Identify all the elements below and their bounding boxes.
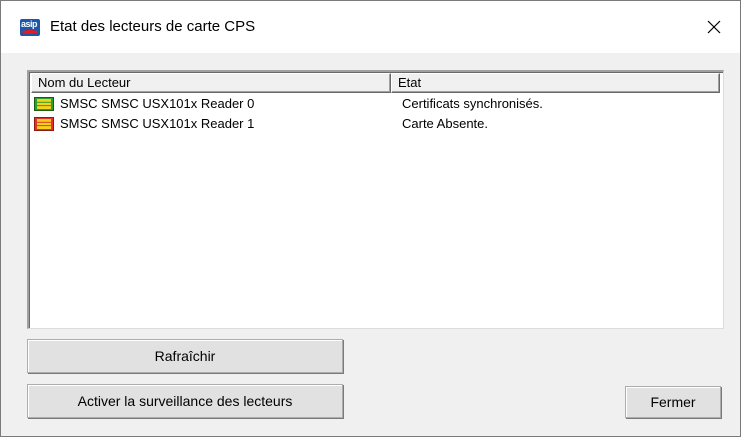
close-x-icon: [707, 20, 721, 34]
close-button[interactable]: Fermer: [625, 386, 721, 418]
asip-app-icon: asip: [20, 19, 40, 36]
reader-state: Certificats synchronisés.: [402, 96, 543, 111]
list-row-reader-0[interactable]: SMSC SMSC USX101x Reader 0 Certificats s…: [31, 94, 720, 114]
list-rows: SMSC SMSC USX101x Reader 0 Certificats s…: [31, 94, 720, 134]
column-header-reader-name[interactable]: Nom du Lecteur: [31, 73, 391, 93]
title-bar: asip Etat des lecteurs de carte CPS: [1, 1, 740, 53]
window-title: Etat des lecteurs de carte CPS: [50, 18, 256, 35]
app-icon-text: asip: [21, 19, 38, 29]
reader-list[interactable]: Nom du Lecteur Etat SMSC SMSC USX101x Re…: [27, 70, 724, 329]
list-row-reader-1[interactable]: SMSC SMSC USX101x Reader 1 Carte Absente…: [31, 114, 720, 134]
reader-state: Carte Absente.: [402, 116, 488, 131]
close-window-button[interactable]: [694, 11, 734, 43]
enable-monitoring-button[interactable]: Activer la surveillance des lecteurs: [27, 384, 343, 418]
dialog-window: asip Etat des lecteurs de carte CPS Nom …: [0, 0, 741, 437]
reader-name: SMSC SMSC USX101x Reader 0: [60, 96, 255, 111]
card-reader-green-icon: [34, 97, 54, 111]
column-header-state[interactable]: Etat: [391, 73, 720, 93]
app-icon-swoosh: [22, 30, 38, 34]
list-header: Nom du Lecteur Etat: [31, 73, 720, 93]
refresh-button[interactable]: Rafraîchir: [27, 339, 343, 373]
card-reader-red-icon: [34, 117, 54, 131]
reader-name: SMSC SMSC USX101x Reader 1: [60, 116, 255, 131]
